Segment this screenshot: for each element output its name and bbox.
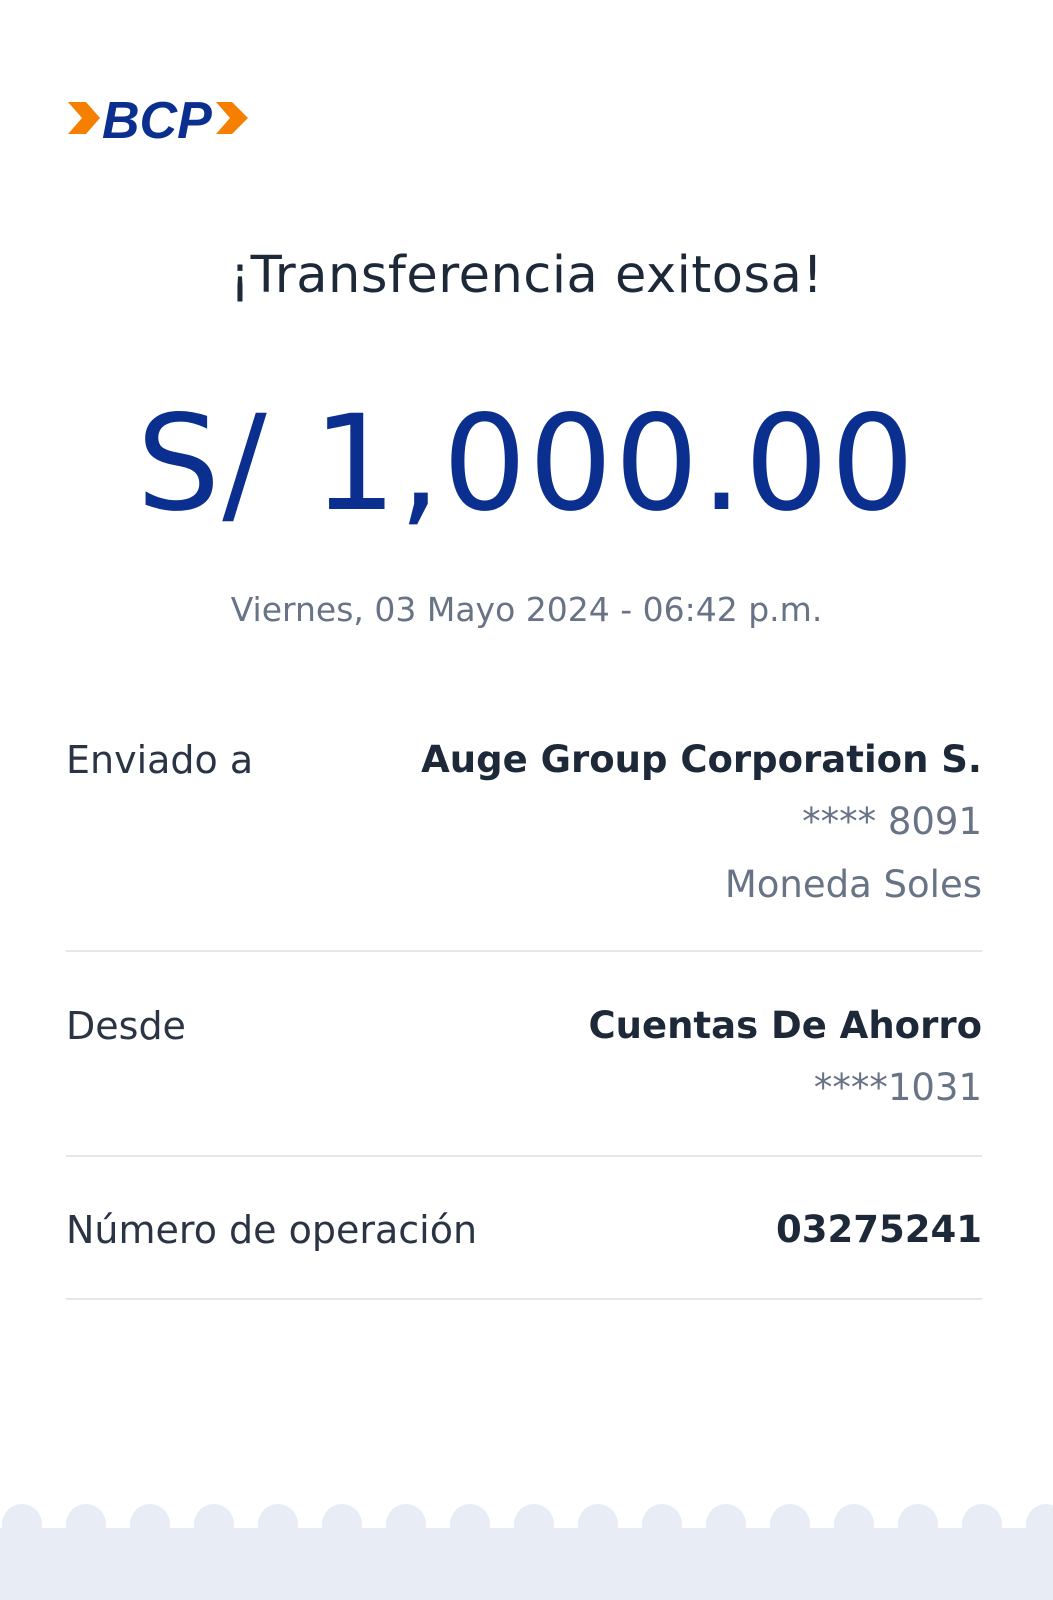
from-row: Desde Cuentas De Ahorro ****1031 [66,996,982,1126]
sent-to-label: Enviado a [66,738,254,782]
operation-row: Número de operación 03275241 [66,1200,982,1270]
recipient-currency: Moneda Soles [724,863,982,906]
operation-number: 03275241 [776,1208,982,1251]
bcp-logo-text: BCP [102,92,212,148]
source-account-type: Cuentas De Ahorro [588,1004,983,1047]
sent-to-values: Auge Group Corporation S. **** 8091 Mone… [421,730,982,916]
recipient-name: Auge Group Corporation S. [421,738,982,781]
transfer-amount: S/ 1,000.00 [136,387,917,541]
from-values: Cuentas De Ahorro ****1031 [589,996,983,1119]
scalloped-edge [0,1504,1053,1540]
transfer-receipt: BCP ¡Transferencia exitosa! S/ 1,000.00 … [0,0,1053,1600]
recipient-account: **** 8091 [802,800,982,843]
divider [66,1155,982,1157]
from-label: Desde [66,1004,186,1048]
transfer-datetime: Viernes, 03 Mayo 2024 - 06:42 p.m. [230,590,823,629]
operation-values: 03275241 [776,1200,982,1260]
sent-to-row: Enviado a Auge Group Corporation S. ****… [66,730,982,920]
divider [66,1298,982,1300]
page-title: ¡Transferencia exitosa! [229,246,824,305]
operation-label: Número de operación [66,1208,478,1252]
source-account-number: ****1031 [813,1066,982,1109]
receipt-footer [0,1530,1053,1600]
divider [66,950,982,952]
bcp-logo: BCP [66,92,256,148]
